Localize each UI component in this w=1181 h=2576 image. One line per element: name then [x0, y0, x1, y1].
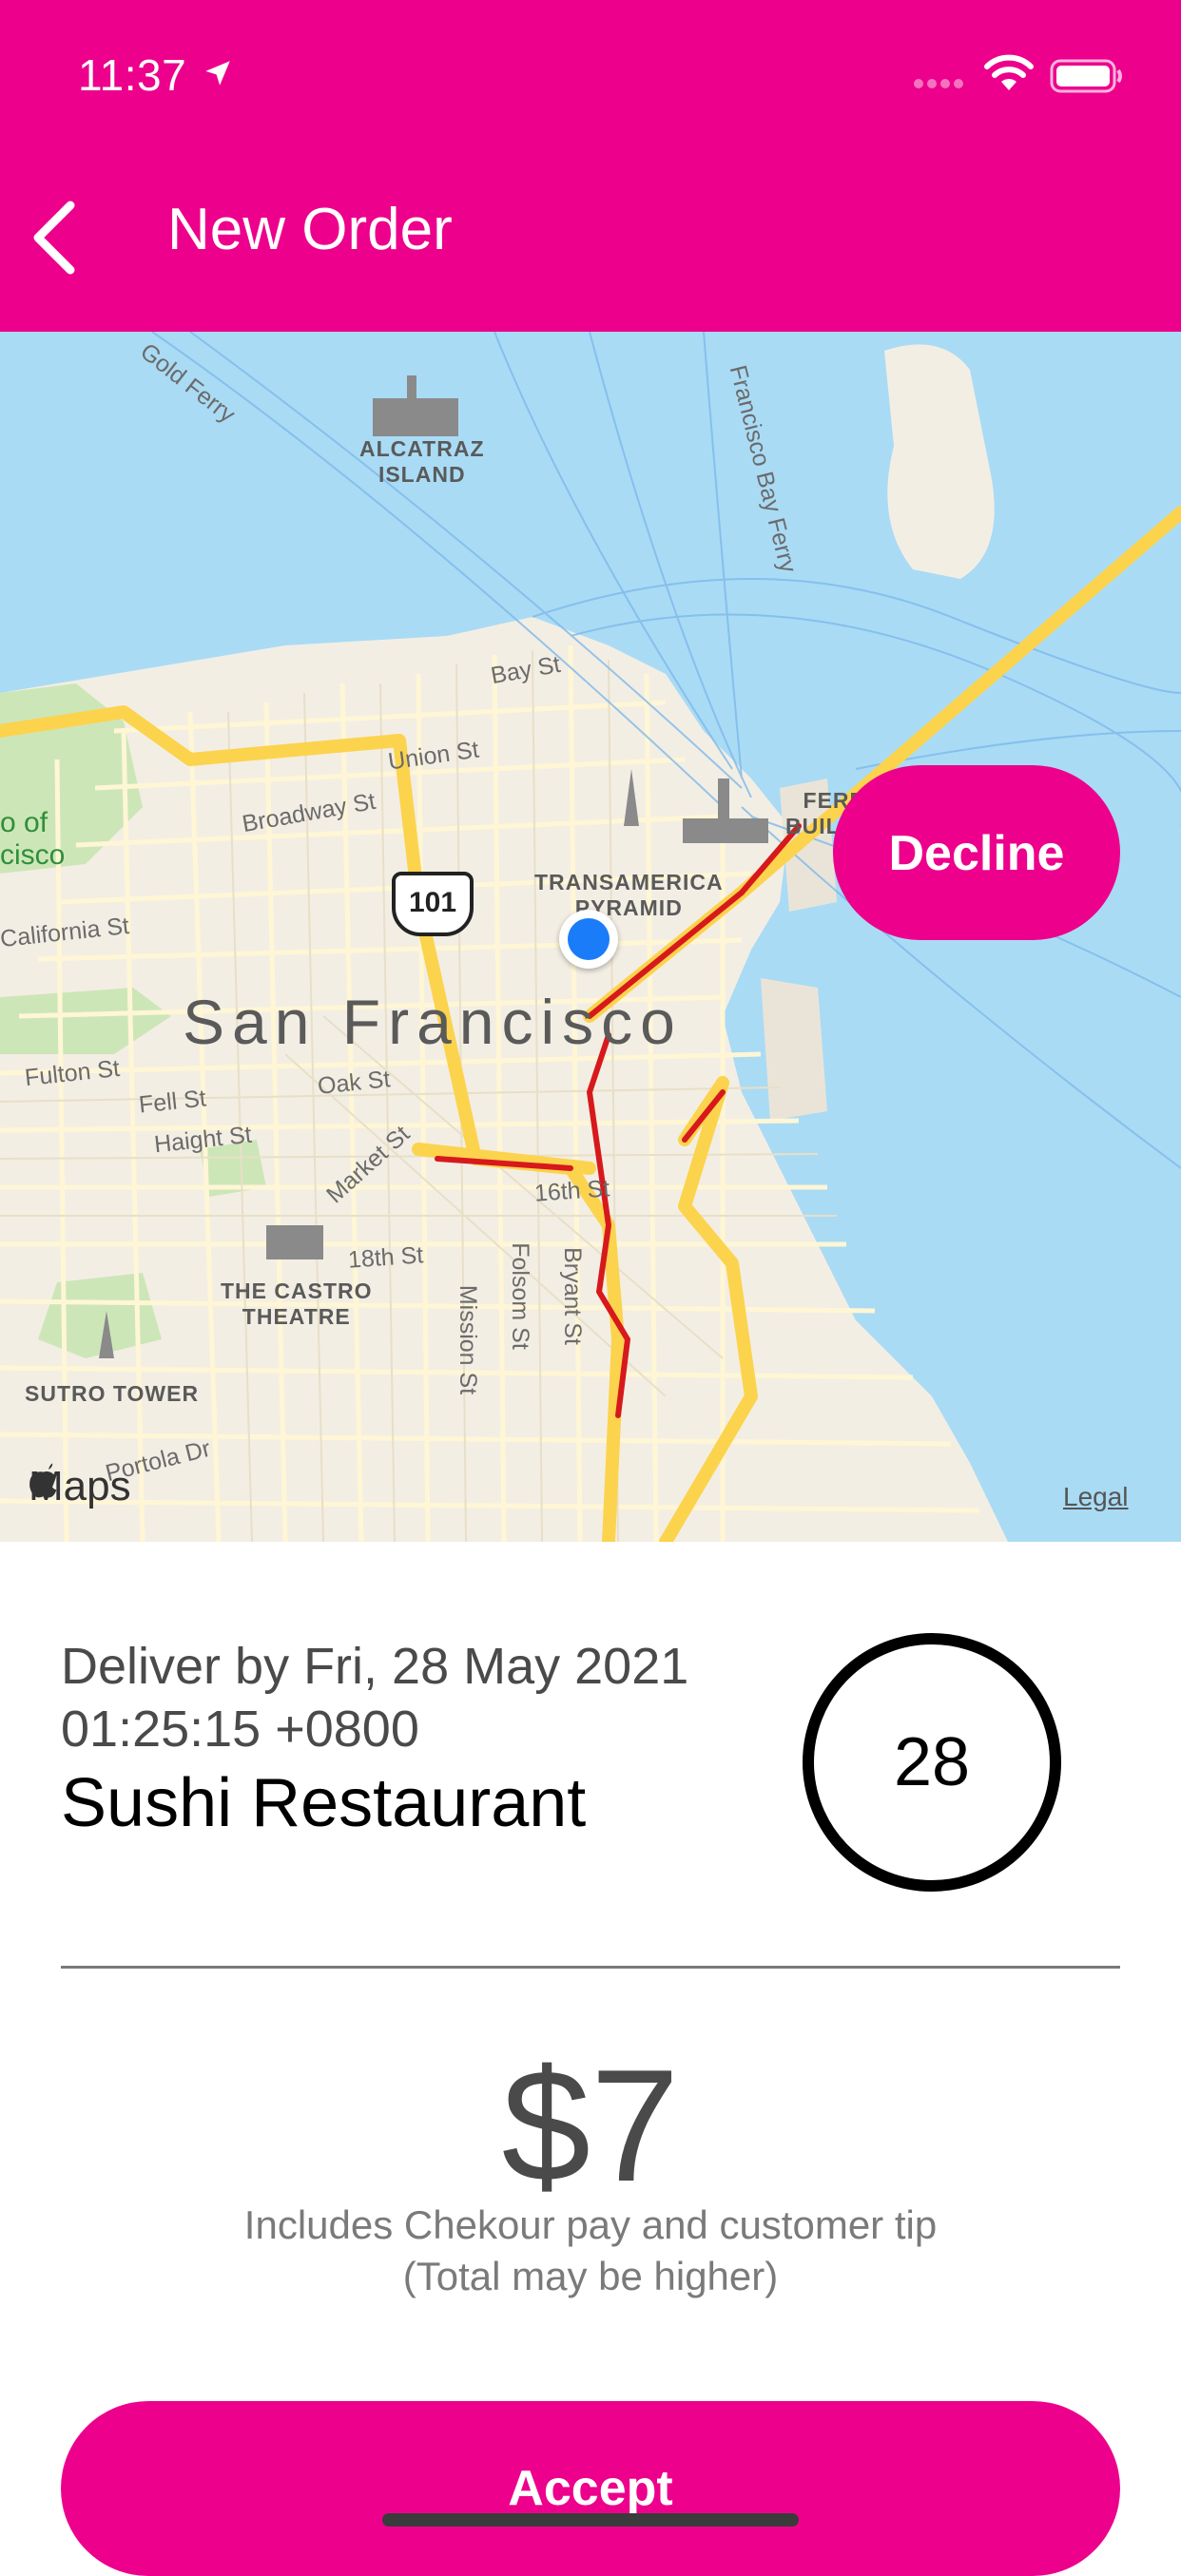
- cellular-signal-icon: [914, 79, 963, 88]
- decline-button[interactable]: Decline: [833, 765, 1120, 940]
- poi-label: TRANSAMERICA PYRAMID: [534, 870, 724, 920]
- poi-label: ALCATRAZ ISLAND: [359, 436, 485, 487]
- poi-label: SUTRO TOWER: [25, 1381, 200, 1406]
- apple-icon: [29, 1463, 57, 1498]
- poi-label: THE CASTRO THEATRE: [221, 1278, 373, 1329]
- payout-note-line: (Total may be higher): [402, 2254, 779, 2298]
- page-title: New Order: [167, 197, 453, 262]
- accept-button[interactable]: Accept: [61, 2401, 1120, 2576]
- apple-maps-logo: Maps: [29, 1463, 131, 1510]
- park-label: o of cisco: [0, 807, 66, 871]
- legal-link[interactable]: Legal: [1063, 1482, 1129, 1512]
- wifi-icon: [984, 54, 1034, 90]
- countdown-value: 28: [893, 1724, 971, 1800]
- payout-note-line: Includes Chekour pay and customer tip: [243, 2202, 938, 2247]
- city-label: San Francisco: [183, 987, 683, 1057]
- battery-icon: [1050, 59, 1122, 93]
- user-location-marker: [559, 910, 618, 969]
- map-view[interactable]: Gold Ferry Francisco Bay Ferry Bay St Un…: [0, 332, 1181, 1542]
- street-label: 16th St: [533, 1175, 611, 1207]
- home-indicator: [382, 2513, 799, 2527]
- status-time: 11:37: [78, 50, 187, 100]
- street-label: Mission St: [455, 1284, 482, 1395]
- app-header: 11:37 New Order: [0, 0, 1181, 332]
- payout-note: Includes Chekour pay and customer tip (T…: [0, 2200, 1181, 2302]
- chevron-left-icon[interactable]: [27, 198, 80, 278]
- countdown-circle: 28: [803, 1633, 1061, 1892]
- location-arrow-icon: [205, 61, 230, 86]
- delivery-deadline: Deliver by Fri, 28 May 2021 01:25:15 +08…: [61, 1638, 689, 1758]
- restaurant-name: Sushi Restaurant: [61, 1765, 587, 1841]
- street-label: 18th St: [347, 1241, 425, 1274]
- street-label: Folsom St: [506, 1242, 533, 1350]
- divider: [61, 1966, 1120, 1969]
- street-label: Bryant St: [558, 1247, 586, 1345]
- payout-amount: $7: [501, 2036, 680, 2215]
- highway-shield: 101: [392, 872, 474, 936]
